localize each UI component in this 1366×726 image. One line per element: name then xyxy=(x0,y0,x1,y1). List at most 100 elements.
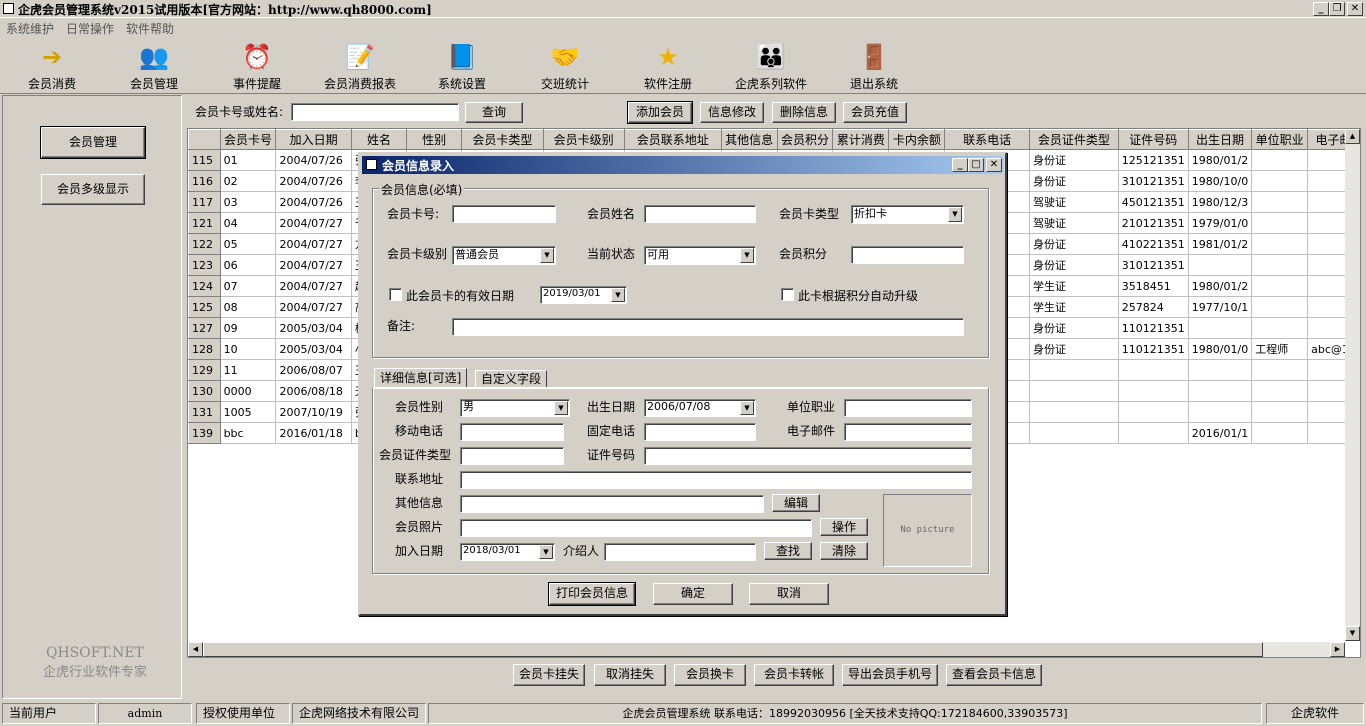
column-header[interactable]: 联系电话 xyxy=(944,129,1030,150)
toolbar-report-button[interactable]: 📝 会员消费报表 xyxy=(315,40,405,92)
toolbar-exit-button[interactable]: 🚪 退出系统 xyxy=(830,40,918,92)
edit-button[interactable]: 编辑 xyxy=(772,494,820,512)
ok-button[interactable]: 确定 xyxy=(653,583,733,605)
chevron-down-icon[interactable]: ▼ xyxy=(740,248,754,263)
address-input[interactable] xyxy=(460,471,972,489)
delete-info-button[interactable]: 删除信息 xyxy=(772,102,836,123)
row-number[interactable]: 131 xyxy=(188,401,221,423)
toolbar-reminder-button[interactable]: ⏰ 事件提醒 xyxy=(213,40,301,92)
photo-input[interactable] xyxy=(460,519,812,537)
menu-daily[interactable]: 日常操作 xyxy=(60,19,120,38)
dialog-minimize-icon[interactable]: _ xyxy=(952,158,968,172)
column-header[interactable]: 卡内余额 xyxy=(888,129,946,150)
member-multilevel-button[interactable]: 会员多级显示 xyxy=(41,174,145,205)
menu-system[interactable]: 系统维护 xyxy=(0,19,60,38)
tab-details[interactable]: 详细信息[可选] xyxy=(374,368,468,388)
scroll-right-icon[interactable]: ▶ xyxy=(1330,642,1345,657)
column-header[interactable]: 证件号码 xyxy=(1117,129,1189,150)
valid-date-checkbox[interactable] xyxy=(389,288,402,301)
row-number[interactable]: 130 xyxy=(188,380,221,402)
column-header[interactable]: 单位职业 xyxy=(1251,129,1309,150)
card-loss-button[interactable]: 会员卡挂失 xyxy=(513,664,585,686)
column-header[interactable]: 会员卡级别 xyxy=(542,129,625,150)
photo-operate-button[interactable]: 操作 xyxy=(820,518,868,536)
birth-picker[interactable]: 2006/07/08 ▼ xyxy=(644,399,756,417)
cancel-loss-button[interactable]: 取消挂失 xyxy=(594,664,666,686)
toolbar-shift-button[interactable]: 🤝 交班统计 xyxy=(521,40,609,92)
state-select[interactable]: 可用 ▼ xyxy=(644,246,756,265)
scroll-thumb[interactable] xyxy=(203,642,1263,657)
column-header[interactable]: 会员联系地址 xyxy=(623,129,722,150)
chevron-down-icon[interactable]: ▼ xyxy=(611,288,625,302)
cancel-button[interactable]: 取消 xyxy=(749,583,829,605)
clear-button[interactable]: 清除 xyxy=(820,542,868,560)
id-no-input[interactable] xyxy=(644,447,972,465)
view-card-info-button[interactable]: 查看会员卡信息 xyxy=(946,664,1042,686)
column-header[interactable]: 姓名 xyxy=(350,129,408,150)
edit-info-button[interactable]: 信息修改 xyxy=(700,102,764,123)
card-level-select[interactable]: 普通会员 ▼ xyxy=(452,246,556,265)
search-input[interactable] xyxy=(291,103,459,121)
other-input[interactable] xyxy=(460,495,764,513)
scroll-left-icon[interactable]: ◀ xyxy=(188,642,203,657)
column-header[interactable]: 出生日期 xyxy=(1187,129,1253,150)
horizontal-scrollbar[interactable]: ◀ ▶ xyxy=(188,642,1345,657)
job-input[interactable] xyxy=(844,399,972,417)
column-header[interactable]: 会员证件类型 xyxy=(1028,129,1119,150)
referrer-input[interactable] xyxy=(604,543,756,561)
row-number[interactable]: 124 xyxy=(188,275,221,297)
auto-upgrade-checkbox[interactable] xyxy=(781,288,794,301)
join-date-picker[interactable]: 2018/03/01 ▼ xyxy=(460,543,555,561)
row-number[interactable]: 125 xyxy=(188,296,221,318)
toolbar-series-button[interactable]: 👪 企虎系列软件 xyxy=(727,40,815,92)
chevron-down-icon[interactable]: ▼ xyxy=(554,401,568,415)
dialog-maximize-icon[interactable]: □ xyxy=(968,158,984,172)
mobile-input[interactable] xyxy=(460,423,564,441)
chevron-down-icon[interactable]: ▼ xyxy=(740,401,754,415)
id-type-input[interactable] xyxy=(460,447,564,465)
row-number[interactable]: 115 xyxy=(188,149,221,171)
row-number[interactable]: 122 xyxy=(188,233,221,255)
chevron-down-icon[interactable]: ▼ xyxy=(539,545,553,559)
email-input[interactable] xyxy=(844,423,972,441)
name-input[interactable] xyxy=(644,205,756,223)
column-header[interactable]: 累计消费 xyxy=(832,129,890,150)
scroll-down-icon[interactable]: ▼ xyxy=(1345,626,1360,641)
chevron-down-icon[interactable]: ▼ xyxy=(948,207,962,222)
export-phone-button[interactable]: 导出会员手机号 xyxy=(842,664,938,686)
remark-input[interactable] xyxy=(452,318,964,336)
recharge-button[interactable]: 会员充值 xyxy=(843,102,907,123)
column-header[interactable]: 加入日期 xyxy=(275,129,352,150)
toolbar-settings-button[interactable]: 📘 系统设置 xyxy=(418,40,506,92)
row-number[interactable]: 117 xyxy=(188,191,221,213)
card-transfer-button[interactable]: 会员卡转帐 xyxy=(754,664,834,686)
column-header[interactable]: 会员积分 xyxy=(776,129,834,150)
minimize-icon[interactable]: _ xyxy=(1313,2,1329,16)
dialog-close-icon[interactable]: ✕ xyxy=(986,158,1002,172)
menu-help[interactable]: 软件帮助 xyxy=(120,19,180,38)
row-number[interactable]: 116 xyxy=(188,170,221,192)
scroll-up-icon[interactable]: ▲ xyxy=(1345,129,1360,144)
tab-custom-fields[interactable]: 自定义字段 xyxy=(475,370,548,388)
column-header[interactable]: 其他信息 xyxy=(720,129,778,150)
card-no-input[interactable] xyxy=(452,205,556,223)
row-number[interactable]: 121 xyxy=(188,212,221,234)
print-member-button[interactable]: 打印会员信息 xyxy=(548,582,636,606)
add-member-button[interactable]: 添加会员 xyxy=(627,101,693,124)
toolbar-members-button[interactable]: 👥 会员管理 xyxy=(110,40,198,92)
toolbar-consume-button[interactable]: ➔ 会员消费 xyxy=(8,40,96,92)
row-number[interactable]: 139 xyxy=(188,422,221,444)
points-input[interactable] xyxy=(851,246,964,264)
phone-input[interactable] xyxy=(644,423,756,441)
card-type-select[interactable]: 折扣卡 ▼ xyxy=(851,205,964,224)
valid-date-picker[interactable]: 2019/03/01 ▼ xyxy=(540,286,627,304)
gender-select[interactable]: 男 ▼ xyxy=(460,399,570,417)
row-number[interactable]: 129 xyxy=(188,359,221,381)
find-button[interactable]: 查找 xyxy=(764,542,812,560)
change-card-button[interactable]: 会员换卡 xyxy=(674,664,746,686)
member-manage-button[interactable]: 会员管理 xyxy=(40,126,146,159)
vertical-scrollbar[interactable]: ▲ ▼ xyxy=(1345,129,1360,641)
row-number[interactable]: 123 xyxy=(188,254,221,276)
row-number[interactable]: 128 xyxy=(188,338,221,360)
column-header[interactable]: 会员卡类型 xyxy=(461,129,544,150)
